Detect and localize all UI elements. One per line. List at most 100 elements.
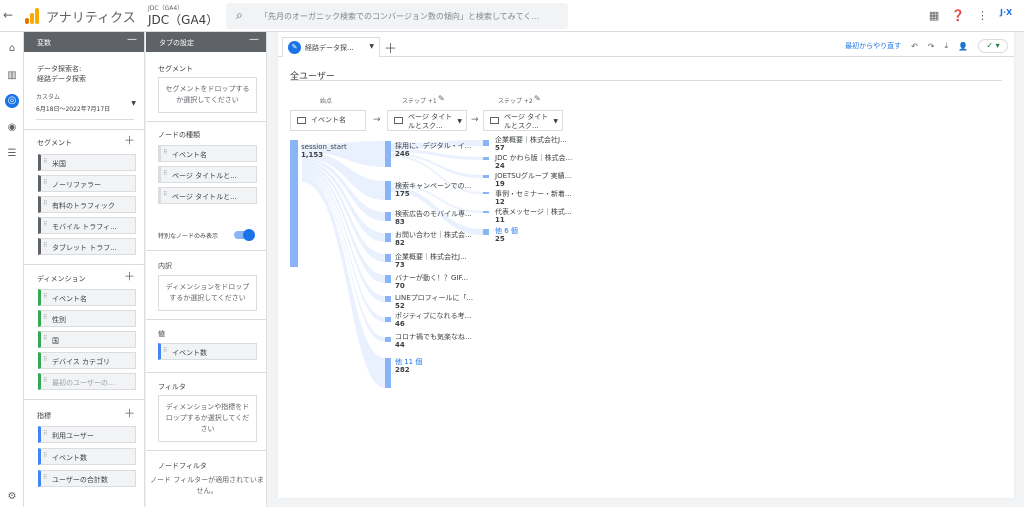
- step1-node-bar[interactable]: [385, 181, 391, 200]
- tab-settings-header: タブの設定 —: [146, 32, 266, 52]
- step1-node-bar[interactable]: [385, 275, 391, 283]
- node-name: 他 11 個: [395, 358, 423, 366]
- edit-step2-icon[interactable]: ✎: [534, 94, 541, 103]
- home-icon[interactable]: ⌂: [5, 42, 19, 56]
- filters-label: フィルタ: [158, 383, 186, 391]
- exploration-name[interactable]: 経路データ探索: [37, 74, 86, 84]
- step1-selector-value: ページ タイトルとスク...: [408, 113, 453, 130]
- node-name: ポジティブになれる考...: [395, 312, 472, 320]
- step1-node-bar[interactable]: [385, 358, 391, 388]
- step2-node-bar[interactable]: [483, 192, 489, 194]
- value-chip[interactable]: イベント数: [158, 343, 257, 360]
- edit-step1-icon[interactable]: ✎: [438, 94, 445, 103]
- step1-node-label[interactable]: 検索キャンペーンでの... 175: [395, 182, 471, 198]
- toggle-knob: [243, 229, 255, 241]
- add-dimension-icon[interactable]: ＋: [124, 268, 135, 284]
- step2-node-label[interactable]: 事例・セミナー・新着... 12: [495, 190, 572, 206]
- step2-node-bar[interactable]: [483, 211, 489, 213]
- step1-node-bar[interactable]: [385, 233, 391, 242]
- unique-nodes-toggle[interactable]: [234, 229, 255, 241]
- start-node-bar[interactable]: [290, 140, 298, 267]
- node-name: session_start: [301, 143, 347, 151]
- start-node-selector[interactable]: イベント名: [290, 110, 366, 131]
- step1-node-label[interactable]: ポジティブになれる考... 46: [395, 312, 471, 328]
- step1-node-label[interactable]: 検索広告のモバイル専... 83: [395, 210, 472, 226]
- node-value: 19: [495, 180, 505, 188]
- step1-node-label[interactable]: お問い合わせ｜株式会... 82: [395, 231, 472, 247]
- date-range-picker[interactable]: カスタム 6月18日～2022年7月17日 ▼: [36, 92, 136, 120]
- node-value: 1,153: [301, 151, 324, 159]
- more-vert-icon[interactable]: ⋮: [977, 9, 988, 22]
- metric-chip[interactable]: ユーザーの合計数: [38, 470, 136, 487]
- node-name: コロナ禍でも気楽なね...: [395, 333, 472, 341]
- step2-more-nodes[interactable]: 他 6 個 25: [495, 227, 518, 243]
- node-value: 282: [395, 366, 410, 374]
- step2-node-bar[interactable]: [483, 175, 489, 178]
- account-avatar[interactable]: J·X: [1000, 8, 1018, 22]
- step1-node-bar[interactable]: [385, 337, 391, 342]
- divider: [146, 121, 266, 122]
- segment-chip[interactable]: 有料のトラフィック: [38, 196, 136, 213]
- node-type-chip[interactable]: ページ タイトルと...: [158, 166, 257, 183]
- back-arrow-icon[interactable]: ←: [3, 8, 13, 22]
- step2-node-bar[interactable]: [483, 157, 489, 160]
- step2-node-selector[interactable]: ページ タイトルとスク... ▼: [483, 110, 563, 131]
- node-name: JOETSUグループ 実績...: [495, 172, 572, 180]
- breakdown-drop-zone[interactable]: ディメンションをドロップするか選択してください: [158, 275, 257, 311]
- start-node-label[interactable]: session_start 1,153: [301, 143, 347, 159]
- dimension-chip[interactable]: イベント名: [38, 289, 136, 306]
- node-value: 46: [395, 320, 405, 328]
- step1-node-bar[interactable]: [385, 254, 391, 262]
- node-type-chip[interactable]: ページ タイトルと...: [158, 187, 257, 204]
- dimensions-section-label: ディメンション: [37, 275, 86, 283]
- help-icon[interactable]: ❓: [951, 9, 965, 22]
- metric-chip[interactable]: イベント数: [38, 448, 136, 465]
- node-type-chip[interactable]: イベント名: [158, 145, 257, 162]
- property-selector[interactable]: JDC（GA4）: [148, 11, 218, 28]
- add-metric-icon[interactable]: ＋: [124, 405, 135, 421]
- step2-node-label[interactable]: 代表メッセージ｜株式... 11: [495, 208, 572, 224]
- step1-node-selector[interactable]: ページ タイトルとスク... ▼: [387, 110, 467, 131]
- step1-node-label[interactable]: コロナ禍でも気楽なね... 44: [395, 333, 472, 349]
- node-value: 73: [395, 261, 405, 269]
- reports-icon[interactable]: ▥: [5, 69, 19, 83]
- search-bar[interactable]: ⌕ 「先月のオーガニック検索でのコンバージョン数の傾向」と検索してみてく...: [226, 3, 568, 29]
- step2-node-label[interactable]: JDC かわら版｜株式会... 24: [495, 154, 572, 170]
- step1-node-bar[interactable]: [385, 317, 391, 322]
- collapse-icon[interactable]: —: [249, 34, 259, 45]
- step2-node-label[interactable]: 企業概要｜株式会社J... 57: [495, 136, 567, 152]
- apps-grid-icon[interactable]: ▦: [929, 9, 939, 22]
- step1-node-bar[interactable]: [385, 296, 391, 302]
- step1-more-nodes[interactable]: 他 11 個 282: [395, 358, 422, 374]
- step2-node-bar[interactable]: [483, 140, 489, 146]
- metric-chip[interactable]: 利用ユーザー: [38, 426, 136, 443]
- filters-drop-zone[interactable]: ディメンションや指標をドロップするか選択してください: [158, 395, 257, 442]
- analytics-logo-icon[interactable]: [25, 8, 39, 24]
- node-value: 25: [495, 235, 505, 243]
- advertising-icon[interactable]: ◉: [5, 121, 19, 135]
- step1-node-label[interactable]: 企業概要｜株式会社J... 73: [395, 253, 467, 269]
- step1-node-label[interactable]: LINEプロフィールに「... 52: [395, 294, 473, 310]
- segment-chip[interactable]: モバイル トラフィ...: [38, 217, 136, 234]
- step1-node-bar[interactable]: [385, 212, 391, 221]
- step2-node-label[interactable]: JOETSUグループ 実績... 19: [495, 172, 571, 188]
- dimension-chip[interactable]: 国: [38, 331, 136, 348]
- dimension-chip[interactable]: 最初のユーザーの...: [38, 373, 136, 390]
- add-segment-icon[interactable]: ＋: [124, 132, 135, 148]
- dimension-chip[interactable]: 性別: [38, 310, 136, 327]
- segment-chip[interactable]: タブレット トラフ...: [38, 238, 136, 255]
- segment-drop-zone[interactable]: セグメントをドロップするか選択してください: [158, 77, 257, 113]
- step2-node-bar[interactable]: [483, 229, 489, 235]
- settings-gear-icon[interactable]: ⚙: [5, 490, 19, 504]
- step1-node-bar[interactable]: [385, 141, 391, 167]
- node-name: LINEプロフィールに「...: [395, 294, 474, 302]
- configure-icon[interactable]: ☰: [5, 147, 19, 161]
- collapse-icon[interactable]: —: [127, 34, 137, 45]
- explore-icon[interactable]: ◎: [5, 94, 19, 108]
- segment-chip[interactable]: 米国: [38, 154, 136, 171]
- step1-node-label[interactable]: 採用に、デジタル・イ... 246: [395, 142, 471, 158]
- dimension-chip[interactable]: デバイス カテゴリ: [38, 352, 136, 369]
- segment-chip[interactable]: ノーリファラー: [38, 175, 136, 192]
- node-value: 52: [395, 302, 405, 310]
- step1-node-label[interactable]: バナーが動く！？GIF... 70: [395, 274, 468, 290]
